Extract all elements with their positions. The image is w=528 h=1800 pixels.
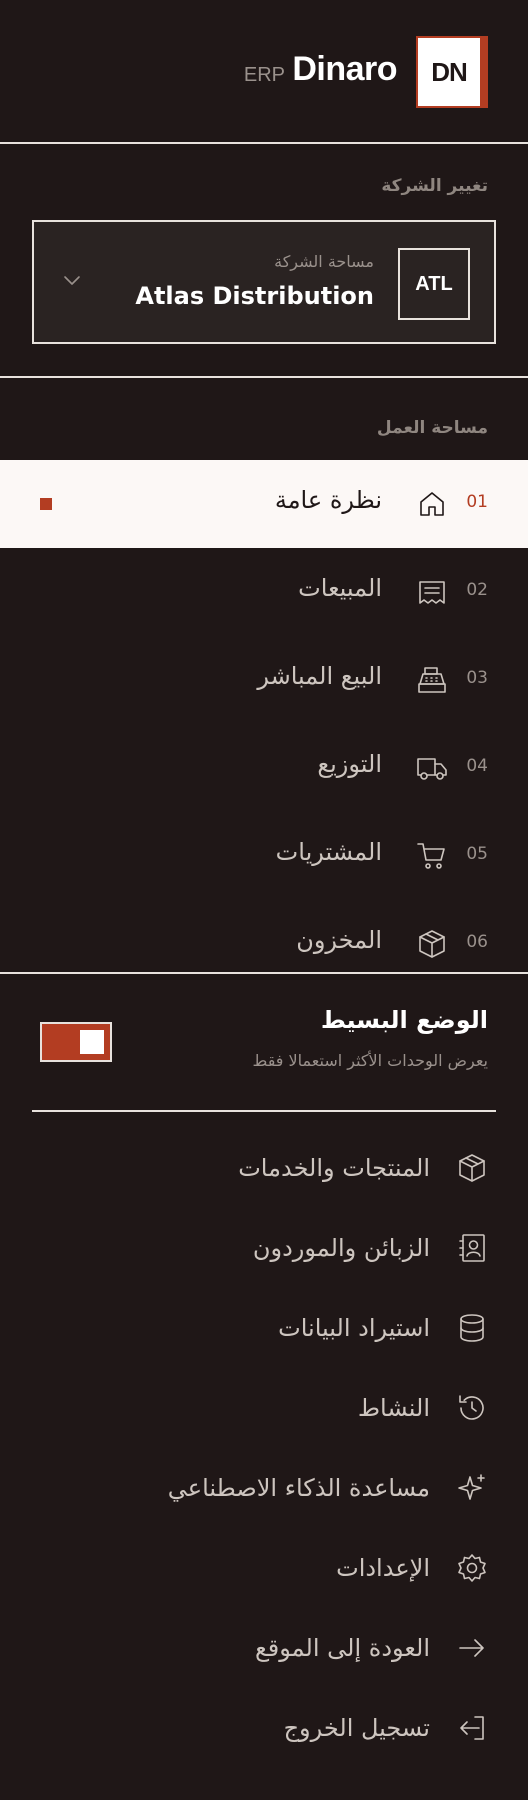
sparkles-icon (456, 1472, 488, 1504)
menu-item-logout[interactable]: تسجيل الخروج (0, 1698, 528, 1758)
nav-item-label: المبيعات (298, 574, 382, 602)
truck-icon (416, 752, 448, 784)
cash-register-icon (416, 664, 448, 696)
nav-item-label: المشتريات (275, 838, 382, 866)
sidebar: DN Dinaro ERP تغيير الشركة ATL مساحة الش… (0, 0, 528, 1800)
company-logo: ATL (398, 248, 470, 320)
company-subtitle: مساحة الشركة (274, 252, 374, 271)
menu-item-products[interactable]: المنتجات والخدمات (0, 1138, 528, 1198)
brand-name: Dinaro (292, 50, 397, 88)
nav-item-distribution[interactable]: 04 التوزيع (0, 724, 528, 812)
company-name: Atlas Distribution (135, 282, 374, 310)
workspace-section-label: مساحة العمل (376, 418, 488, 438)
nav-item-number: 05 (466, 844, 488, 864)
package-icon (456, 1152, 488, 1184)
workspace-nav: 01 نظرة عامة 02 المبيعات 03 البيع المباش… (0, 460, 528, 972)
contacts-icon (456, 1232, 488, 1264)
menu-item-back-to-site[interactable]: العودة إلى الموقع (0, 1618, 528, 1678)
menu-item-activity[interactable]: النشاط (0, 1378, 528, 1438)
box-icon (416, 928, 448, 960)
menu-item-label: النشاط (357, 1394, 430, 1422)
active-marker (40, 498, 52, 510)
menu-item-label: استيراد البيانات (278, 1314, 430, 1342)
simple-mode-title: الوضع البسيط (320, 1006, 488, 1034)
nav-item-number: 02 (466, 580, 488, 600)
nav-item-direct-sale[interactable]: 03 البيع المباشر (0, 636, 528, 724)
divider (0, 376, 528, 378)
arrow-right-icon (456, 1632, 488, 1664)
nav-item-number: 01 (466, 492, 488, 512)
divider (32, 1110, 496, 1112)
database-icon (456, 1312, 488, 1344)
simple-mode-subtitle: يعرض الوحدات الأكثر استعمالا فقط (252, 1051, 489, 1070)
receipt-icon (416, 576, 448, 608)
menu-item-contacts[interactable]: الزبائن والموردون (0, 1218, 528, 1278)
menu-item-settings[interactable]: الإعدادات (0, 1538, 528, 1598)
nav-item-purchases[interactable]: 05 المشتريات (0, 812, 528, 900)
nav-item-inventory[interactable]: 06 المخزون (0, 900, 528, 972)
nav-item-label: البيع المباشر (257, 662, 382, 690)
nav-item-sales[interactable]: 02 المبيعات (0, 548, 528, 636)
toggle-knob (80, 1030, 104, 1054)
nav-item-number: 03 (466, 668, 488, 688)
home-icon (416, 488, 448, 520)
nav-item-label: نظرة عامة (274, 486, 382, 514)
simple-mode-toggle[interactable] (40, 1022, 112, 1062)
history-icon (456, 1392, 488, 1424)
cart-icon (416, 840, 448, 872)
brand-tag: ERP (243, 64, 285, 86)
nav-item-number: 06 (466, 932, 488, 952)
menu-item-label: الإعدادات (336, 1554, 430, 1582)
menu-item-ai-assist[interactable]: مساعدة الذكاء الاصطناعي (0, 1458, 528, 1518)
chevron-down-icon[interactable] (60, 268, 84, 292)
gear-icon (456, 1552, 488, 1584)
nav-item-number: 04 (466, 756, 488, 776)
company-section-label: تغيير الشركة (381, 176, 488, 196)
company-switcher[interactable]: ATL مساحة الشركة Atlas Distribution (32, 220, 496, 344)
brand-logo[interactable]: DN (416, 36, 488, 108)
menu-item-label: الزبائن والموردون (252, 1234, 430, 1262)
menu-item-label: العودة إلى الموقع (255, 1634, 430, 1662)
menu-item-label: المنتجات والخدمات (238, 1154, 430, 1182)
menu-item-label: مساعدة الذكاء الاصطناعي (167, 1474, 430, 1502)
sidebar-header: DN Dinaro ERP (0, 0, 528, 144)
logout-icon (456, 1712, 488, 1744)
nav-item-overview[interactable]: 01 نظرة عامة (0, 460, 528, 548)
menu-item-import[interactable]: استيراد البيانات (0, 1298, 528, 1358)
menu-item-label: تسجيل الخروج (283, 1714, 430, 1742)
divider (0, 972, 528, 974)
nav-item-label: المخزون (296, 926, 382, 954)
nav-item-label: التوزيع (317, 750, 382, 778)
